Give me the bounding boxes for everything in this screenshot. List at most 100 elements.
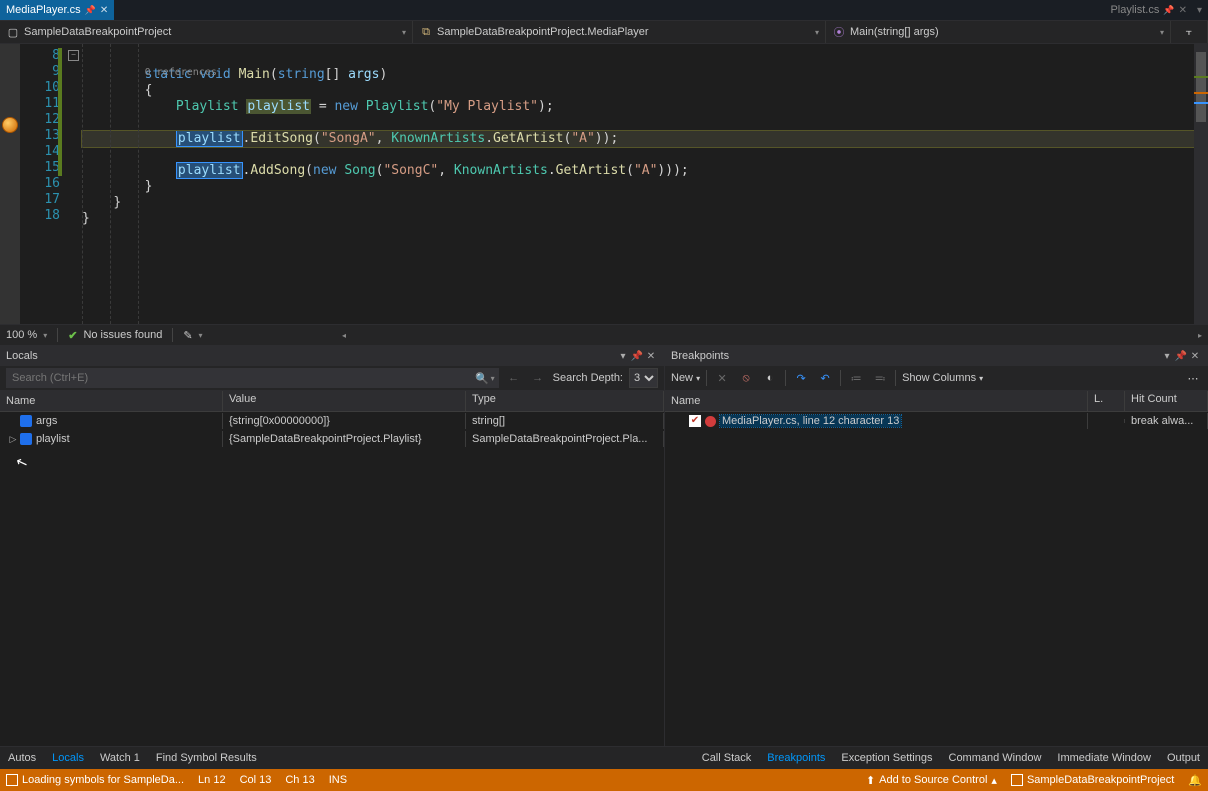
csharp-project-icon: ▢ [6,25,20,39]
goto-source-button[interactable]: ≔ [847,369,865,387]
tab-output[interactable]: Output [1159,747,1208,769]
collapse-icon[interactable]: − [68,50,79,61]
tab-watch1[interactable]: Watch 1 [92,747,148,769]
tab-breakpoints[interactable]: Breakpoints [759,747,833,769]
column-name[interactable]: Name [665,391,1088,411]
breakpoint-row[interactable]: ✔ MediaPlayer.cs, line 12 character 13 b… [665,412,1208,430]
nav-forward-button[interactable]: → [529,369,547,387]
toggle-breakpoints-button[interactable]: ◐ [761,369,779,387]
breakpoint-icon [705,416,716,427]
add-source-control-button[interactable]: ⬆Add to Source Control ▴ [866,774,997,787]
expand-icon[interactable]: ▷ [6,434,20,445]
goto-disassembly-button[interactable]: ≕ [871,369,889,387]
search-icon[interactable]: 🔍 [475,372,489,385]
export-button[interactable]: ↷ [792,369,810,387]
tab-autos[interactable]: Autos [0,747,44,769]
tab-command-window[interactable]: Command Window [941,747,1050,769]
scrollbar-thumb[interactable] [1196,52,1206,122]
show-columns-dropdown[interactable]: Show Columns ▾ [902,372,983,384]
search-depth-select[interactable]: 3 [629,368,658,388]
pin-icon[interactable]: 📌 [85,5,96,16]
column-labels[interactable]: L. [1088,391,1125,411]
search-depth-label: Search Depth: [553,372,623,384]
close-icon[interactable]: ✕ [100,5,108,16]
editor-status-strip: 100 % ▾ ✔ No issues found ✎ ▾ ◂ ▸ [0,324,1208,345]
delete-breakpoint-button[interactable]: ✕ [713,369,731,387]
import-button[interactable]: ↶ [816,369,834,387]
chevron-down-icon[interactable]: ▾ [1197,5,1202,16]
pin-icon[interactable]: 📌 [1174,351,1188,362]
outlining-margin[interactable]: − [66,44,82,324]
breakpoints-grid-header[interactable]: Name L. Hit Count [665,391,1208,412]
vertical-scrollbar[interactable] [1194,44,1208,324]
notifications-icon[interactable]: 🔔 [1188,774,1202,787]
split-icon: ⫟ [1186,26,1193,39]
locals-row[interactable]: args {string[0x00000000]} string[] [0,412,664,430]
breakpoint-checkbox[interactable]: ✔ [689,415,701,427]
delete-all-breakpoints-button[interactable]: ⦸ [737,369,755,387]
document-tab-strip: MediaPlayer.cs 📌 ✕ Playlist.cs 📌 ✕ ▾ [0,0,1208,21]
tab-call-stack[interactable]: Call Stack [694,747,760,769]
locals-grid-body: args {string[0x00000000]} string[] ▷play… [0,412,664,746]
class-icon: ⧉ [419,25,433,39]
chevron-down-icon[interactable]: ▾ [43,331,47,340]
split-view-button[interactable]: ⫟ [1171,21,1208,43]
status-project[interactable]: SampleDataBreakpointProject [1011,774,1174,786]
close-icon[interactable]: ✕ [644,351,658,362]
panel-title: Locals [6,350,38,362]
chevron-down-icon[interactable]: ▾ [491,374,495,383]
cleanup-icon[interactable]: ✎ [183,329,192,342]
column-type[interactable]: Type [466,391,664,411]
tab-label: MediaPlayer.cs [6,4,81,16]
search-input[interactable] [10,371,475,385]
variable-icon [20,433,32,445]
breakpoint-label: MediaPlayer.cs, line 12 character 13 [720,415,901,427]
navigation-bar: ▢ SampleDataBreakpointProject ▾ ⧉ Sample… [0,21,1208,44]
scroll-left-icon[interactable]: ◂ [342,331,346,340]
options-icon[interactable]: ⋯ [1184,369,1202,387]
scroll-right-icon[interactable]: ▸ [1198,331,1202,340]
tab-immediate-window[interactable]: Immediate Window [1049,747,1159,769]
status-line[interactable]: Ln 12 [198,774,226,786]
chevron-down-icon[interactable]: ▾ [199,331,203,340]
issues-label[interactable]: No issues found [83,329,162,341]
chevron-down-icon: ▾ [1160,28,1164,37]
close-icon[interactable]: ✕ [1179,5,1187,16]
window-position-icon[interactable]: ▾ [1160,351,1174,362]
codelens[interactable]: 0 references [145,67,217,78]
nav-project-dropdown[interactable]: ▢ SampleDataBreakpointProject ▾ [0,21,413,43]
tab-mediaplayer[interactable]: MediaPlayer.cs 📌 ✕ [0,0,114,20]
code-editor[interactable]: 89101112131415161718 − 0 references stat… [0,44,1208,324]
status-bar: Loading symbols for SampleDa... Ln 12 Co… [0,769,1208,791]
column-name[interactable]: Name [0,391,223,411]
locals-grid-header[interactable]: Name Value Type [0,391,664,412]
tab-exception-settings[interactable]: Exception Settings [833,747,940,769]
code-text[interactable]: 0 references static void Main(string[] a… [82,44,1208,324]
nav-class-dropdown[interactable]: ⧉ SampleDataBreakpointProject.MediaPlaye… [413,21,826,43]
method-icon: ⦿ [832,25,846,39]
zoom-level[interactable]: 100 % [6,329,37,341]
locals-search[interactable]: 🔍 ▾ [6,368,499,388]
tab-find-symbol-results[interactable]: Find Symbol Results [148,747,265,769]
column-hitcount[interactable]: Hit Count [1125,391,1208,411]
status-col[interactable]: Col 13 [240,774,272,786]
change-indicator [58,48,62,176]
close-icon[interactable]: ✕ [1188,351,1202,362]
pin-icon[interactable]: 📌 [630,351,644,362]
nav-member-dropdown[interactable]: ⦿ Main(string[] args) ▾ [826,21,1171,43]
pin-icon[interactable]: 📌 [1163,5,1174,16]
column-value[interactable]: Value [223,391,466,411]
tab-playlist[interactable]: Playlist.cs 📌 ✕ ▾ [1104,0,1208,20]
status-ch[interactable]: Ch 13 [285,774,314,786]
variable-icon [20,415,32,427]
new-breakpoint-button[interactable]: New ▾ [671,372,700,384]
tab-locals[interactable]: Locals [44,747,92,769]
tab-label: Playlist.cs [1110,4,1159,16]
locals-row[interactable]: ▷playlist {SampleDataBreakpointProject.P… [0,430,664,448]
panel-title: Breakpoints [671,350,729,362]
window-position-icon[interactable]: ▾ [616,351,630,362]
status-ins[interactable]: INS [329,774,347,786]
breakpoint-margin[interactable] [0,44,20,324]
nav-back-button[interactable]: ← [505,369,523,387]
breakpoint-hit-marker-icon[interactable] [2,117,18,133]
